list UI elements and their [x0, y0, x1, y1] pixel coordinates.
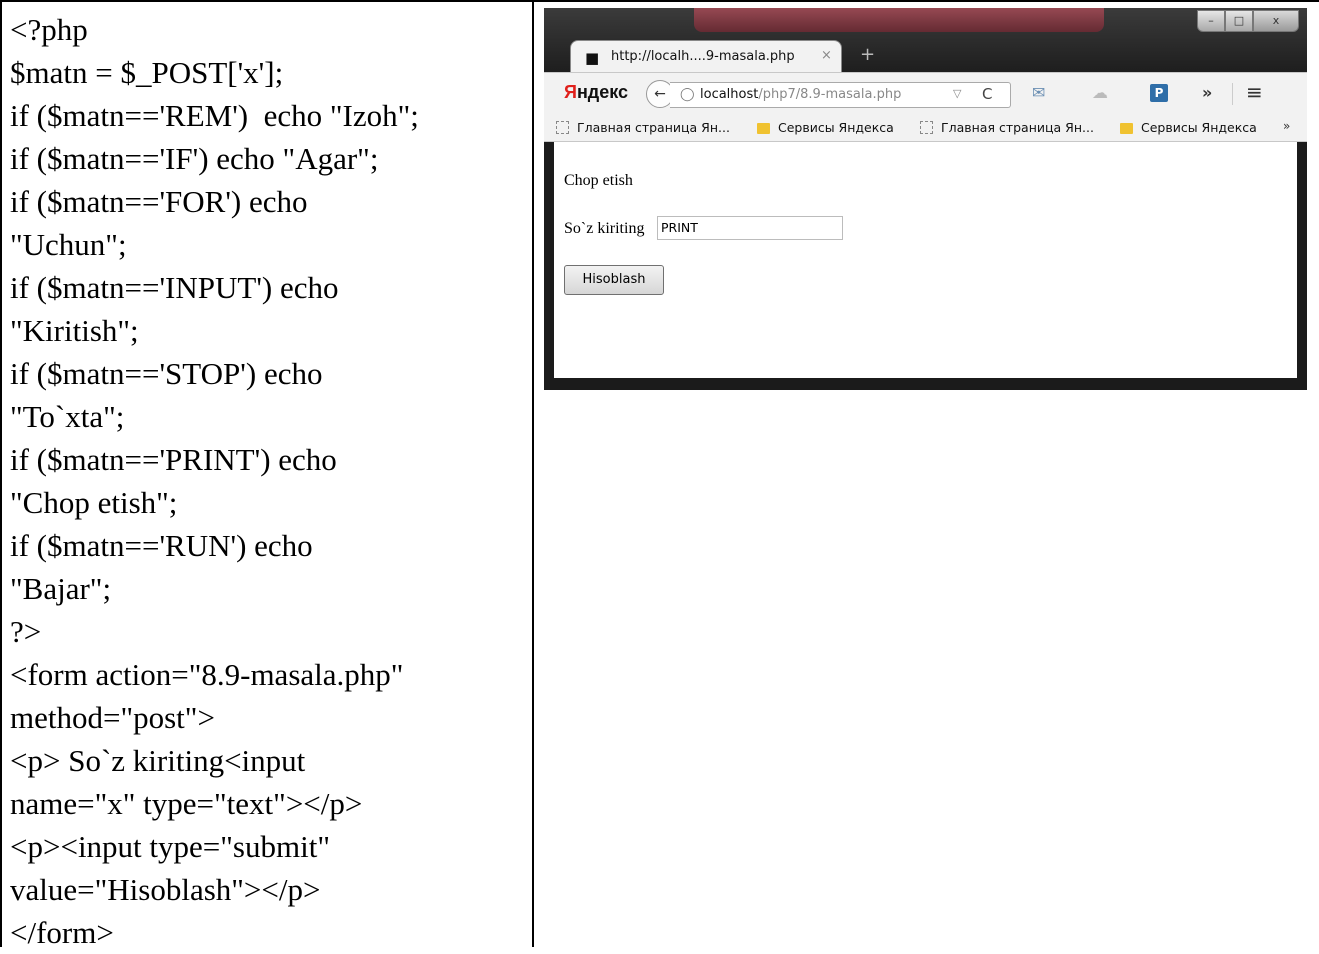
browser-window: – □ x ■ http://localh....9-masala.php × … [544, 8, 1307, 390]
bookmark-label: Главная страница Ян... [577, 120, 730, 135]
toolbar-separator [1232, 83, 1233, 105]
code-line: "Bajar"; [10, 571, 112, 606]
window-controls: – □ x [1197, 10, 1299, 32]
url-dropdown-icon[interactable]: ▽ [953, 87, 961, 100]
tab-title: http://localh....9-masala.php [611, 49, 795, 64]
new-tab-button[interactable]: + [860, 44, 875, 65]
code-line: if ($matn=='STOP') echo [10, 356, 323, 391]
menu-icon[interactable]: ≡ [1246, 80, 1263, 104]
yandex-logo-first-letter: Я [564, 82, 577, 102]
code-line: "Uchun"; [10, 227, 127, 262]
table-border-top [0, 0, 1319, 2]
reload-icon[interactable]: C [982, 85, 992, 103]
code-line: "Kiritish"; [10, 313, 139, 348]
minimize-button[interactable]: – [1197, 10, 1225, 32]
yandex-logo: Яндекс [564, 82, 628, 103]
code-line: </form> [10, 915, 114, 950]
word-input-label: So`z kiriting [564, 220, 645, 237]
navigation-toolbar: Яндекс ← ◯ localhost/php7/8.9-masala.php… [544, 72, 1307, 113]
code-line: value="Hisoblash"></p> [10, 872, 321, 907]
page-icon [920, 121, 933, 134]
php-code-listing: <?php $matn = $_POST['x']; if ($matn=='R… [10, 8, 530, 950]
url-text: localhost/php7/8.9-masala.php [700, 87, 901, 102]
code-line: if ($matn=='FOR') echo [10, 184, 308, 219]
table-border-middle [532, 0, 534, 947]
code-line: <form action="8.9-masala.php" [10, 657, 404, 692]
table-border-left [0, 0, 2, 947]
code-line: $matn = $_POST['x']; [10, 55, 284, 90]
code-line: <p> So`z kiriting<input [10, 743, 306, 778]
word-input[interactable]: PRINT [657, 216, 843, 240]
code-line: "Chop etish"; [10, 485, 178, 520]
bookmark-item[interactable]: Главная страница Ян... [556, 120, 730, 135]
folder-icon [1120, 123, 1133, 134]
more-tools-icon[interactable]: » [1202, 83, 1212, 102]
bookmark-folder[interactable]: Сервисы Яндекса [757, 120, 894, 135]
code-line: "To`xta"; [10, 399, 125, 434]
bookmark-label: Сервисы Яндекса [1141, 120, 1257, 135]
code-line: <p><input type="submit" [10, 829, 330, 864]
code-line: name="x" type="text"></p> [10, 786, 363, 821]
bookmark-item[interactable]: Главная страница Ян... [920, 120, 1094, 135]
code-line: method="post"> [10, 700, 215, 735]
bookmark-label: Сервисы Яндекса [778, 120, 894, 135]
result-text: Chop etish [564, 172, 633, 189]
code-line: if ($matn=='INPUT') echo [10, 270, 339, 305]
close-window-button[interactable]: x [1253, 10, 1299, 32]
mail-icon[interactable]: ✉ [1032, 83, 1045, 102]
code-line: ?> [10, 614, 42, 649]
globe-icon: ◯ [680, 87, 695, 102]
code-line: if ($matn=='PRINT') echo [10, 442, 337, 477]
bookmark-folder[interactable]: Сервисы Яндекса [1120, 120, 1257, 135]
url-host: localhost [700, 87, 759, 102]
address-bar[interactable]: ◯ localhost/php7/8.9-masala.php ▽ C [670, 82, 1011, 108]
bookmark-label: Главная страница Ян... [941, 120, 1094, 135]
close-tab-icon[interactable]: × [821, 48, 832, 63]
p-extension-icon[interactable]: P [1150, 84, 1168, 102]
bookmarks-bar: Главная страница Ян... Сервисы Яндекса Г… [544, 113, 1307, 142]
page-content: Chop etish So`z kiriting PRINT Hisoblash [554, 142, 1297, 378]
code-line: <?php [10, 12, 88, 47]
code-line: if ($matn=='IF') echo "Agar"; [10, 141, 379, 176]
code-line: if ($matn=='REM') echo "Izoh"; [10, 98, 419, 133]
weather-icon[interactable]: ☁ [1092, 83, 1108, 102]
hisoblash-button[interactable]: Hisoblash [564, 265, 664, 295]
maximize-button[interactable]: □ [1225, 10, 1253, 32]
incognito-icon: ■ [585, 49, 600, 67]
page-icon [556, 121, 569, 134]
code-line: if ($matn=='RUN') echo [10, 528, 313, 563]
title-bar-glow [694, 8, 1104, 32]
url-path: /php7/8.9-masala.php [758, 87, 902, 102]
browser-tab[interactable]: ■ http://localh....9-masala.php × [570, 40, 842, 73]
folder-icon [757, 123, 770, 134]
yandex-logo-rest: ндекс [576, 82, 629, 102]
bookmarks-overflow-icon[interactable]: » [1283, 119, 1290, 133]
